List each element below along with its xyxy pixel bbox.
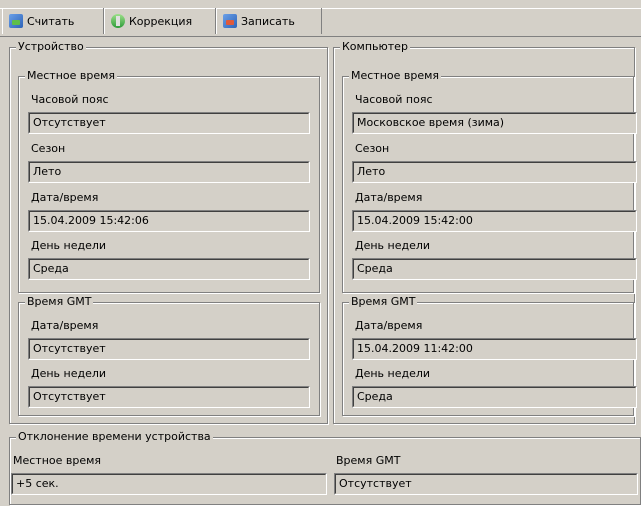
deviation-gmt-field[interactable]: Отсутствует [334,473,638,495]
device-datetime-value: 15.04.2009 15:42:06 [29,211,309,231]
deviation-gmt-value: Отсутствует [335,474,637,494]
device-gmt-weekday-label: День недели [31,367,107,380]
device-gmt-weekday-field[interactable]: Отсутствует [28,386,310,408]
correction-button[interactable]: Коррекция [104,8,216,34]
device-gmt-datetime-field[interactable]: Отсутствует [28,338,310,360]
computer-local-group: Местное время Часовой пояс Московское вр… [342,69,637,293]
deviation-local-value: +5 сек. [12,474,326,494]
deviation-group: Отклонение времени устройства Местное вр… [9,430,641,505]
read-button-label: Считать [27,14,75,28]
computer-weekday-field[interactable]: Среда [352,258,637,280]
computer-datetime-value: 15.04.2009 15:42:00 [353,211,636,231]
device-season-field[interactable]: Лето [28,161,310,183]
device-gmt-datetime-label: Дата/время [31,319,99,332]
device-season-label: Сезон [31,142,66,155]
device-group-title: Устройство [16,40,86,54]
deviation-local-label: Местное время [13,454,102,467]
device-timezone-field[interactable]: Отсутствует [28,112,310,134]
device-datetime-field[interactable]: 15.04.2009 15:42:06 [28,210,310,232]
device-local-group: Местное время Часовой пояс Отсутствует С… [18,69,320,293]
write-icon [223,14,237,28]
correction-icon [111,14,125,28]
device-gmt-datetime-value: Отсутствует [29,339,309,359]
write-button-label: Записать [241,14,295,28]
deviation-local-field[interactable]: +5 сек. [11,473,327,495]
computer-gmt-datetime-value: 15.04.2009 11:42:00 [353,339,636,359]
computer-gmt-datetime-label: Дата/время [355,319,423,332]
device-weekday-field[interactable]: Среда [28,258,310,280]
computer-season-value: Лето [353,162,636,182]
computer-gmt-group: Время GMT Дата/время 15.04.2009 11:42:00… [342,295,637,416]
device-gmt-weekday-value: Отсутствует [29,387,309,407]
correction-button-label: Коррекция [129,14,193,28]
read-button[interactable]: Считать [2,8,104,34]
computer-gmt-weekday-value: Среда [353,387,636,407]
computer-gmt-weekday-label: День недели [355,367,431,380]
device-timezone-value: Отсутствует [29,113,309,133]
computer-group-title: Компьютер [340,40,410,54]
device-gmt-title: Время GMT [25,295,94,309]
computer-timezone-field[interactable]: Московское время (зима) [352,112,637,134]
computer-timezone-label: Часовой пояс [355,93,433,106]
device-local-title: Местное время [25,69,118,83]
computer-timezone-value: Московское время (зима) [353,113,636,133]
computer-weekday-label: День недели [355,239,431,252]
device-weekday-label: День недели [31,239,107,252]
deviation-group-title: Отклонение времени устройства [16,430,213,444]
toolbar: Считать Коррекция Записать [0,0,641,37]
deviation-gmt-label: Время GMT [336,454,401,467]
computer-gmt-datetime-field[interactable]: 15.04.2009 11:42:00 [352,338,637,360]
write-button[interactable]: Записать [216,8,322,34]
device-weekday-value: Среда [29,259,309,279]
computer-weekday-value: Среда [353,259,636,279]
device-group: Устройство Местное время Часовой пояс От… [9,40,328,424]
computer-gmt-title: Время GMT [349,295,418,309]
computer-datetime-label: Дата/время [355,191,423,204]
computer-season-label: Сезон [355,142,390,155]
computer-gmt-weekday-field[interactable]: Среда [352,386,637,408]
computer-season-field[interactable]: Лето [352,161,637,183]
computer-datetime-field[interactable]: 15.04.2009 15:42:00 [352,210,637,232]
read-icon [9,14,23,28]
device-season-value: Лето [29,162,309,182]
computer-local-title: Местное время [349,69,442,83]
device-datetime-label: Дата/время [31,191,99,204]
device-timezone-label: Часовой пояс [31,93,109,106]
device-gmt-group: Время GMT Дата/время Отсутствует День не… [18,295,320,416]
computer-group: Компьютер Местное время Часовой пояс Мос… [333,40,637,424]
